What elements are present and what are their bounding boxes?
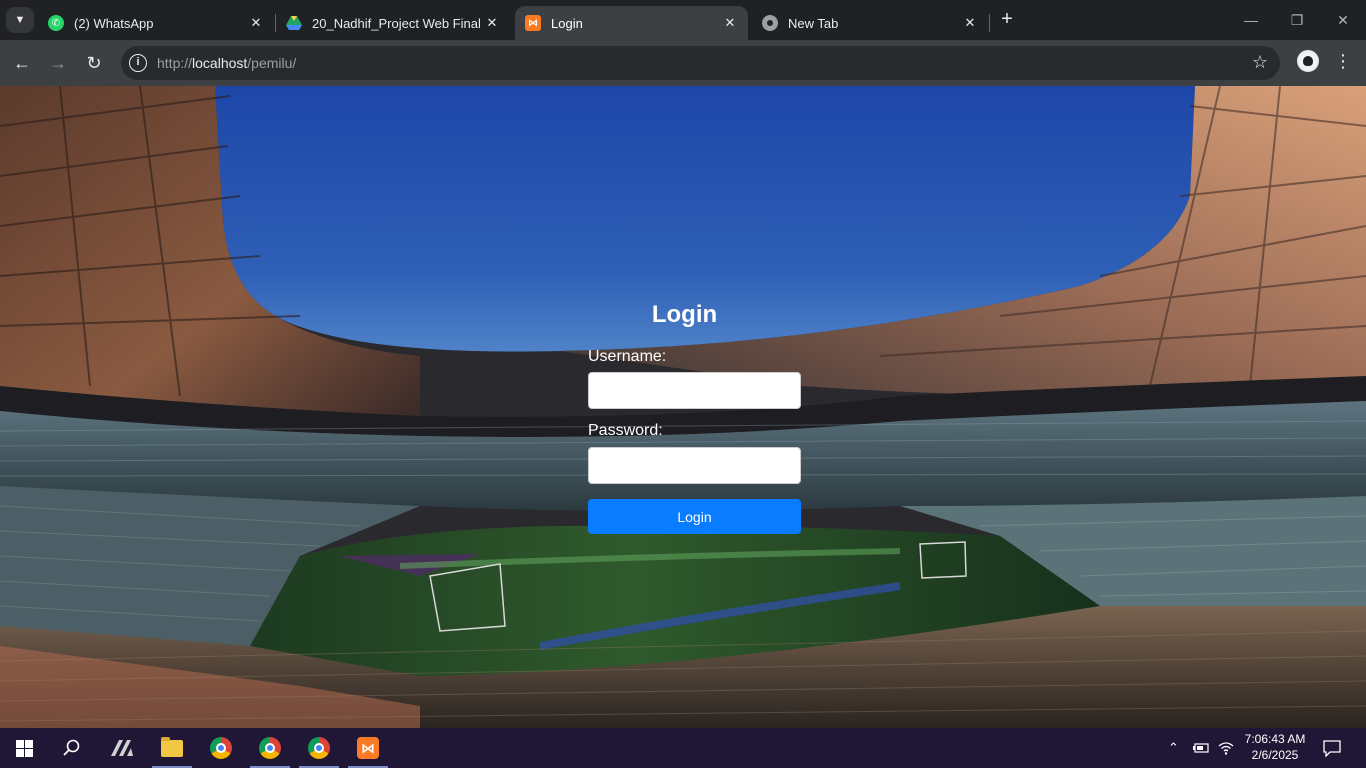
chrome-icon [762,15,778,31]
avatar-icon [1303,56,1313,66]
chrome-profile-icon [308,737,330,759]
bookmark-star-icon[interactable]: ☆ [1252,52,1268,73]
file-explorer-icon [161,736,183,757]
taskbar-xampp[interactable]: ⋈ [348,728,388,768]
system-clock[interactable]: 7:06:43 AM 2/6/2025 [1236,731,1314,763]
reload-button[interactable]: ↻ [79,48,109,78]
tab-login[interactable]: ⋈ Login ✕ [515,6,748,40]
start-button[interactable] [4,728,44,768]
arrow-left-icon: ← [13,53,31,73]
login-button[interactable]: Login [588,499,801,534]
wifi-icon[interactable] [1218,728,1234,768]
username-label: Username: [588,348,667,365]
clock-date: 2/6/2025 [1251,748,1299,762]
windows-start-icon [15,739,33,757]
close-icon[interactable]: ✕ [248,15,264,31]
tab-whatsapp[interactable]: ✆ (2) WhatsApp ✕ [38,6,274,40]
restore-button[interactable]: ❐ [1274,8,1320,32]
minimize-button[interactable]: — [1228,8,1274,32]
whatsapp-icon: ✆ [48,15,64,31]
tray-chevron-up-icon[interactable]: ⌃ [1168,728,1179,768]
username-input[interactable] [588,372,801,409]
clock-time: 7:06:43 AM [1244,732,1306,746]
tab-google-drive[interactable]: 20_Nadhif_Project Web Final - G ✕ [276,6,510,40]
new-tab-button[interactable]: + [996,9,1018,31]
password-input[interactable] [588,447,801,484]
taskbar-chrome[interactable] [201,728,241,768]
page-title: Login [651,301,718,328]
url-text[interactable]: http://localhost/pemilu/ [157,55,296,71]
taskbar-chrome-profile-2[interactable] [250,728,290,768]
tab-search-button[interactable]: ▼ [6,7,34,33]
search-icon [63,739,80,756]
taskbar-app-logo[interactable] [103,728,143,768]
battery-icon[interactable] [1192,728,1210,768]
chevron-down-icon: ▼ [14,14,26,26]
close-window-button[interactable]: ✕ [1320,8,1366,32]
app-logo-icon [111,740,133,756]
menu-kebab-icon[interactable]: ⋮ [1334,50,1352,72]
search-button[interactable] [52,728,92,768]
reload-icon: ↻ [86,53,102,73]
tab-divider [989,14,990,32]
forward-button[interactable]: → [43,48,73,78]
info-icon[interactable]: i [129,54,147,72]
tab-new-tab[interactable]: New Tab ✕ [752,6,988,40]
browser-toolbar: ← → ↻ i http://localhost/pemilu/ ☆ [0,40,1366,86]
tab-strip: ▼ ✆ (2) WhatsApp ✕ 20_Nadhif_Project Web… [0,0,1366,40]
page-viewport: Login Username: Password: Login [0,86,1366,728]
chrome-profile-icon [259,737,281,759]
taskbar: ⋈ ⌃ 7:06:43 AM 2/6/2025 [0,728,1366,768]
address-bar[interactable]: i http://localhost/pemilu/ ☆ [121,46,1280,80]
chrome-icon [210,737,232,759]
google-drive-icon [286,15,302,31]
xampp-icon: ⋈ [357,737,379,759]
close-icon[interactable]: ✕ [484,15,500,31]
xampp-icon: ⋈ [525,15,541,31]
close-icon[interactable]: ✕ [962,15,978,31]
taskbar-chrome-profile-3[interactable] [299,728,339,768]
notification-center-button[interactable] [1322,728,1342,768]
password-label: Password: [588,422,663,439]
profile-avatar[interactable] [1297,50,1319,72]
notification-icon [1323,740,1341,757]
arrow-right-icon: → [49,53,67,73]
close-icon[interactable]: ✕ [722,15,738,31]
back-button[interactable]: ← [7,48,37,78]
taskbar-file-explorer[interactable] [152,728,192,768]
